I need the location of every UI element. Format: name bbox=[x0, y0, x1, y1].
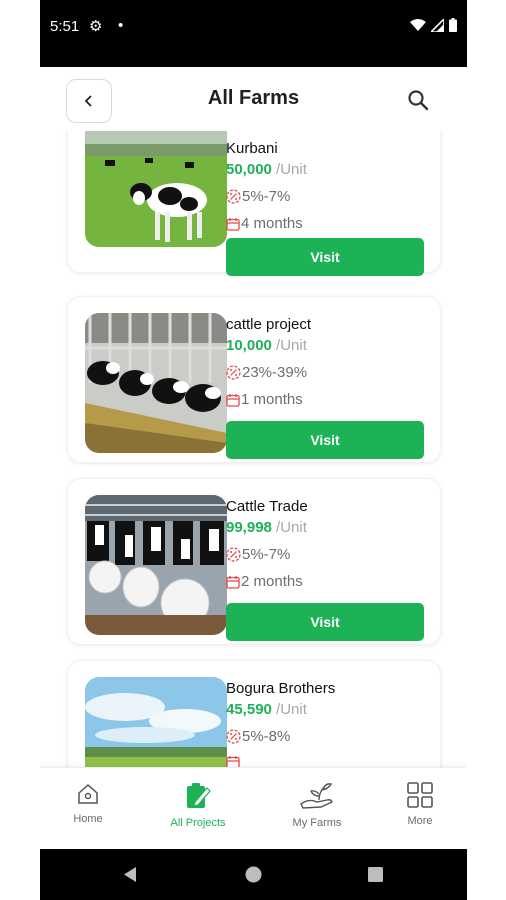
calendar-icon bbox=[226, 393, 240, 407]
recents-square-icon[interactable] bbox=[368, 867, 383, 882]
price-amount: 50,000 bbox=[226, 161, 272, 178]
duration-text: 2 months bbox=[241, 573, 303, 590]
status-icons bbox=[410, 18, 457, 32]
price-amount: 45,590 bbox=[226, 701, 272, 718]
back-triangle-icon[interactable] bbox=[122, 866, 138, 883]
farm-list[interactable]: Kurbani 50,000 /Unit 5%-7% 4 months Visi… bbox=[40, 131, 467, 767]
farm-info: Kurbani 50,000 /Unit 5%-7% 4 months bbox=[226, 140, 426, 232]
farm-name: Bogura Brothers bbox=[226, 680, 336, 697]
farm-price: 50,000 /Unit bbox=[226, 161, 426, 178]
farm-image bbox=[85, 677, 227, 767]
farm-name: Cattle Trade bbox=[226, 498, 308, 515]
nav-my-farms[interactable]: My Farms bbox=[267, 782, 367, 829]
farm-card: Cattle Trade 99,998 /Unit 5%-7% 2 months… bbox=[67, 478, 441, 645]
signal-icon bbox=[431, 18, 444, 32]
farm-card: Bogura Brothers 45,590 /Unit 5%-8% bbox=[67, 660, 441, 767]
price-unit: /Unit bbox=[271, 701, 307, 718]
roi-text: 5%-7% bbox=[242, 546, 291, 563]
percent-badge-icon bbox=[226, 547, 241, 562]
nav-home-label: Home bbox=[73, 813, 103, 825]
farm-image bbox=[85, 495, 227, 635]
roi-row: 5%-8% bbox=[226, 728, 426, 745]
nav-home[interactable]: Home bbox=[40, 782, 138, 825]
farm-price: 45,590 /Unit bbox=[226, 701, 426, 718]
roi-row: 5%-7% bbox=[226, 188, 426, 205]
nav-all-projects-label: All Projects bbox=[170, 817, 226, 829]
duration-row: 1 months bbox=[226, 391, 426, 408]
roi-row: 5%-7% bbox=[226, 546, 426, 563]
duration-text: 1 months bbox=[241, 391, 303, 408]
grid-icon bbox=[407, 782, 433, 808]
search-icon[interactable] bbox=[407, 89, 429, 111]
farm-card: cattle project 10,000 /Unit 23%-39% 1 mo… bbox=[67, 296, 441, 463]
visit-button[interactable]: Visit bbox=[226, 238, 424, 276]
price-amount: 99,998 bbox=[226, 519, 272, 536]
status-bar: 5:51 ⚙ • bbox=[40, 0, 467, 67]
nav-all-projects[interactable]: All Projects bbox=[148, 782, 248, 829]
bottom-navigation: Home All Projects My Farms More bbox=[40, 767, 467, 850]
app-bar: All Farms bbox=[40, 67, 467, 131]
page-title: All Farms bbox=[207, 87, 300, 109]
settings-notification-icon: ⚙ bbox=[89, 18, 103, 35]
calendar-icon bbox=[226, 217, 240, 231]
status-time: 5:51 bbox=[50, 18, 80, 35]
farm-image bbox=[85, 131, 227, 247]
calendar-icon bbox=[226, 575, 240, 589]
duration-text: 4 months bbox=[241, 215, 303, 232]
battery-icon bbox=[449, 18, 457, 32]
farm-image bbox=[85, 313, 227, 453]
nav-my-farms-label: My Farms bbox=[292, 817, 342, 829]
visit-button[interactable]: Visit bbox=[226, 603, 424, 641]
farm-info: Cattle Trade 99,998 /Unit 5%-7% 2 months bbox=[226, 498, 426, 590]
duration-row: 2 months bbox=[226, 573, 426, 590]
farm-name: Kurbani bbox=[226, 140, 278, 157]
duration-row bbox=[226, 755, 426, 767]
roi-text: 5%-7% bbox=[242, 188, 291, 205]
farm-info: cattle project 10,000 /Unit 23%-39% 1 mo… bbox=[226, 316, 426, 408]
nav-more-label: More bbox=[407, 815, 433, 827]
price-unit: /Unit bbox=[271, 337, 307, 354]
roi-text: 23%-39% bbox=[242, 364, 308, 381]
price-unit: /Unit bbox=[271, 519, 307, 536]
roi-text: 5%-8% bbox=[242, 728, 291, 745]
percent-badge-icon bbox=[226, 729, 241, 744]
farm-price: 10,000 /Unit bbox=[226, 337, 426, 354]
visit-button[interactable]: Visit bbox=[226, 421, 424, 459]
nav-more[interactable]: More bbox=[370, 782, 467, 827]
calendar-icon bbox=[226, 756, 240, 767]
plant-hand-icon bbox=[300, 783, 333, 809]
home-icon bbox=[78, 783, 98, 804]
price-amount: 10,000 bbox=[226, 337, 272, 354]
system-navigation-bar bbox=[40, 849, 467, 900]
roi-row: 23%-39% bbox=[226, 364, 426, 381]
farm-card: Kurbani 50,000 /Unit 5%-7% 4 months Visi… bbox=[67, 131, 441, 276]
farm-name: cattle project bbox=[226, 316, 312, 333]
phone-screen: 5:51 ⚙ • All Farms Kurbani 50,000 /Unit … bbox=[40, 0, 467, 900]
farm-price: 99,998 /Unit bbox=[226, 519, 426, 536]
price-unit: /Unit bbox=[271, 161, 307, 178]
wifi-icon bbox=[410, 18, 426, 31]
farm-info: Bogura Brothers 45,590 /Unit 5%-8% bbox=[226, 680, 426, 767]
notification-dot-icon: • bbox=[118, 17, 124, 34]
percent-badge-icon bbox=[226, 189, 241, 204]
home-circle-icon[interactable] bbox=[245, 866, 262, 883]
duration-row: 4 months bbox=[226, 215, 426, 232]
percent-badge-icon bbox=[226, 365, 241, 380]
clipboard-edit-icon bbox=[187, 783, 211, 808]
